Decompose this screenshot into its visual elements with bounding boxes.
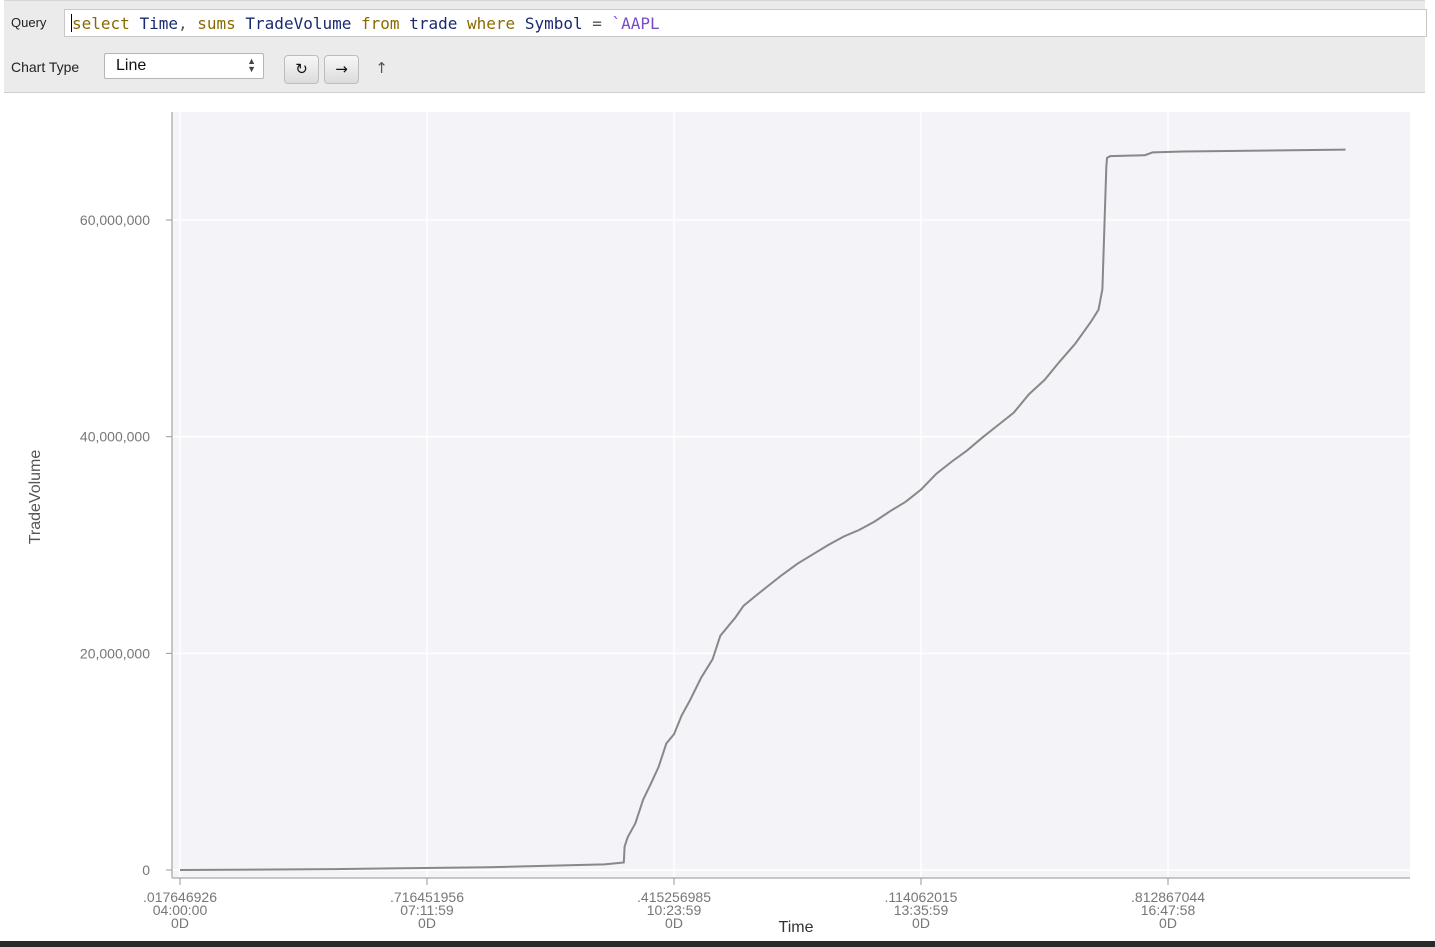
x-tick-label-line: 0D [1159,915,1177,931]
x-tick-label: .415256985 10:23:59 0D [637,889,711,931]
query-token [515,14,525,33]
query-token: trade [409,14,458,33]
x-tick-label: .812867044 16:47:58 0D [1131,889,1205,931]
x-tick-label-line: 0D [665,915,683,931]
query-token [236,14,246,33]
query-token [400,14,410,33]
query-token: TradeVolume [245,14,352,33]
bottom-border [0,941,1435,947]
chart-type-value: Line [116,57,147,74]
chart-area: 0 20,000,000 40,000,000 60,000,000 .0176469… [0,92,1435,940]
chart-type-select[interactable]: Line ▲ ▼ [104,53,264,79]
select-arrows-icon: ▲ ▼ [247,56,256,74]
query-toolbar: Query select Time, sums TradeVolume from… [4,0,1427,93]
x-tick-label: .017646926 04:00:00 0D [143,889,217,931]
y-ticks: 0 20,000,000 40,000,000 60,000,000 [80,212,172,878]
query-token: `AAPL [611,14,660,33]
query-token [351,14,361,33]
next-button[interactable]: → [324,55,359,84]
arrow-up-icon: ↑ [375,59,388,77]
query-token: sums [197,14,236,33]
query-token: Time [139,14,178,33]
query-token: = [582,14,612,33]
line-chart: 0 20,000,000 40,000,000 60,000,000 .0176469… [27,112,1410,936]
y-axis-label: TradeVolume [27,450,44,545]
x-axis-label: Time [779,919,814,936]
x-tick-label-line: 0D [171,915,189,931]
query-token [130,14,140,33]
x-tick-label-line: 0D [418,915,436,931]
query-token: , [177,14,198,33]
x-tick-label-line: 0D [912,915,930,931]
up-button[interactable]: ↑ [364,55,399,84]
refresh-button[interactable]: ↻ [284,55,319,84]
query-token [457,14,467,33]
x-tick-label: .114062015 13:35:59 0D [885,889,958,931]
x-tick-label: .716451956 07:11:59 0D [390,889,464,931]
chart-type-label: Chart Type [11,59,80,75]
query-token: Symbol [524,14,583,33]
y-tick-label: 20,000,000 [80,645,150,661]
app-window: Query select Time, sums TradeVolume from… [0,0,1435,947]
arrow-right-icon: → [335,60,348,78]
y-tick-label: 0 [142,862,150,878]
query-token: where [467,14,516,33]
plot-background [172,112,1410,878]
x-ticks: .017646926 04:00:00 0D .716451956 07:11:59 0D… [143,878,1205,931]
query-label: Query [11,15,47,30]
y-tick-label: 60,000,000 [80,212,150,228]
query-token: select [72,14,130,33]
query-token: from [361,14,400,33]
y-tick-label: 40,000,000 [80,429,150,445]
query-input[interactable]: select Time, sums TradeVolume from trade… [64,9,1427,37]
refresh-icon: ↻ [295,60,308,78]
